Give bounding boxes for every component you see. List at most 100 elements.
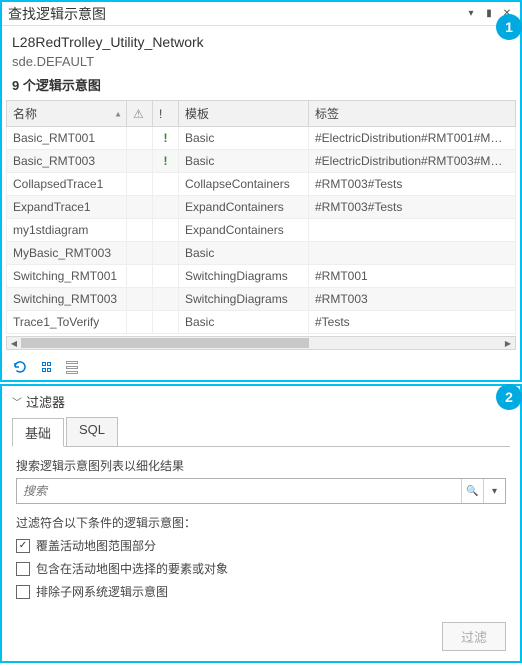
network-name: L28RedTrolley_Utility_Network (12, 34, 510, 50)
scroll-right-arrow[interactable]: ▶ (501, 337, 515, 349)
cell-name: MyBasic_RMT003 (7, 242, 127, 265)
checkbox-label: 排除子网系统逻辑示意图 (36, 583, 168, 600)
col-header-warning[interactable]: ⚠ (127, 101, 153, 127)
table-row[interactable]: ExpandTrace1 ExpandContainers#RMT003#Test… (7, 196, 516, 219)
filters-pane: 2 ﹀ 过滤器 基础 SQL 搜索逻辑示意图列表以细化结果 🔍 ▾ 过滤符合以下… (0, 384, 522, 663)
refresh-icon (12, 359, 28, 375)
diagram-grid: 名称 ⚠ ! 模板 标签 Basic_RMT001!Basic#Electric… (6, 100, 516, 334)
tiles-icon (42, 362, 51, 372)
cell-tags: #RMT003#Tests (309, 173, 516, 196)
cell-warning (127, 288, 153, 311)
cell-warning (127, 127, 153, 150)
scroll-track[interactable] (21, 337, 501, 349)
search-input[interactable] (17, 479, 461, 503)
cell-template: SwitchingDiagrams (179, 265, 309, 288)
col-header-template[interactable]: 模板 (179, 101, 309, 127)
filter-body: 搜索逻辑示意图列表以细化结果 🔍 ▾ 过滤符合以下条件的逻辑示意图： ✓覆盖活动… (2, 447, 520, 616)
dropdown-icon[interactable]: ▾ (464, 7, 478, 21)
pane-header: L28RedTrolley_Utility_Network sde.DEFAUL… (2, 26, 520, 100)
view-list-button[interactable] (62, 358, 82, 376)
search-icon: 🔍 (466, 486, 478, 497)
table-row[interactable]: Basic_RMT003!Basic#ElectricDistribution#… (7, 150, 516, 173)
refresh-button[interactable] (10, 358, 30, 376)
filters-title: 过滤器 (26, 392, 65, 411)
cell-name: Switching_RMT001 (7, 265, 127, 288)
chevron-down-icon: ▾ (492, 486, 497, 497)
cell-template: Basic (179, 311, 309, 334)
search-button[interactable]: 🔍 (461, 479, 483, 503)
list-icon (66, 361, 78, 374)
cell-consistency: ! (153, 127, 179, 150)
cell-warning (127, 311, 153, 334)
version-name: sde.DEFAULT (12, 54, 510, 69)
tab-basic[interactable]: 基础 (12, 418, 64, 447)
cell-tags: #RMT001 (309, 265, 516, 288)
cell-name: ExpandTrace1 (7, 196, 127, 219)
checkbox-label: 覆盖活动地图范围部分 (36, 537, 156, 554)
pane-titlebar: 查找逻辑示意图 ▾ ▮ ✕ (2, 2, 520, 26)
col-header-tags[interactable]: 标签 (309, 101, 516, 127)
warning-icon: ⚠ (133, 107, 144, 121)
cell-consistency (153, 265, 179, 288)
cell-tags: #RMT003#Tests (309, 196, 516, 219)
diagram-count: 9 个逻辑示意图 (12, 75, 510, 94)
table-row[interactable]: Basic_RMT001! Basic#ElectricDistribution#… (7, 127, 516, 150)
cell-consistency: ! (153, 150, 179, 173)
cell-template: ExpandContainers (179, 219, 309, 242)
pin-icon[interactable]: ▮ (482, 7, 496, 21)
cell-tags: #Tests (309, 311, 516, 334)
filters-header[interactable]: ﹀ 过滤器 (2, 386, 520, 417)
search-row: 🔍 ▾ (16, 478, 506, 504)
cell-consistency (153, 219, 179, 242)
cell-template: Basic (179, 150, 309, 173)
cell-name: Trace1_ToVerify (7, 311, 127, 334)
cell-tags: #RMT003 (309, 288, 516, 311)
horizontal-scrollbar[interactable]: ◀ ▶ (6, 336, 516, 350)
callout-badge-1: 1 (496, 14, 522, 40)
checkbox[interactable]: ✓ (16, 539, 30, 553)
consistency-mark-icon: ! (164, 131, 168, 145)
cell-consistency (153, 242, 179, 265)
filter-footer: 过滤 (2, 616, 520, 661)
checkbox[interactable] (16, 585, 30, 599)
consistency-mark-icon: ! (164, 154, 168, 168)
col-header-name[interactable]: 名称 (7, 101, 127, 127)
col-header-consistency[interactable]: ! (153, 101, 179, 127)
cell-name: Switching_RMT003 (7, 288, 127, 311)
table-row[interactable]: MyBasic_RMT003Basic (7, 242, 516, 265)
checkbox-label: 包含在活动地图中选择的要素或对象 (36, 560, 228, 577)
table-row[interactable]: my1stdiagramExpandContainers (7, 219, 516, 242)
cell-tags: #ElectricDistribution#RMT001#Medium Volt… (309, 127, 516, 150)
search-label: 搜索逻辑示意图列表以细化结果 (16, 457, 506, 474)
scroll-thumb[interactable] (21, 338, 309, 348)
cell-warning (127, 173, 153, 196)
cell-warning (127, 265, 153, 288)
cell-tags (309, 242, 516, 265)
cell-template: ExpandContainers (179, 196, 309, 219)
table-row[interactable]: Switching_RMT003 SwitchingDiagrams#RMT003 (7, 288, 516, 311)
pane-title: 查找逻辑示意图 (8, 4, 106, 24)
cell-warning (127, 150, 153, 173)
cell-name: CollapsedTrace1 (7, 173, 127, 196)
filter-check-row: 包含在活动地图中选择的要素或对象 (16, 560, 506, 577)
cell-warning (127, 219, 153, 242)
cell-template: Basic (179, 127, 309, 150)
cell-template: SwitchingDiagrams (179, 288, 309, 311)
cell-consistency (153, 173, 179, 196)
cell-name: Basic_RMT001 (7, 127, 127, 150)
cell-template: CollapseContainers (179, 173, 309, 196)
cell-name: Basic_RMT003 (7, 150, 127, 173)
table-row[interactable]: CollapsedTrace1 CollapseContainers#RMT003… (7, 173, 516, 196)
table-row[interactable]: Switching_RMT001 SwitchingDiagrams#RMT001 (7, 265, 516, 288)
filter-button[interactable]: 过滤 (442, 622, 506, 651)
view-tiles-button[interactable] (36, 358, 56, 376)
callout-badge-2: 2 (496, 384, 522, 410)
scroll-left-arrow[interactable]: ◀ (7, 337, 21, 349)
cell-consistency (153, 288, 179, 311)
cell-consistency (153, 196, 179, 219)
checkbox[interactable] (16, 562, 30, 576)
view-toolbar (2, 354, 520, 380)
tab-sql[interactable]: SQL (66, 417, 118, 446)
table-row[interactable]: Trace1_ToVerify Basic#Tests (7, 311, 516, 334)
search-dropdown[interactable]: ▾ (483, 479, 505, 503)
